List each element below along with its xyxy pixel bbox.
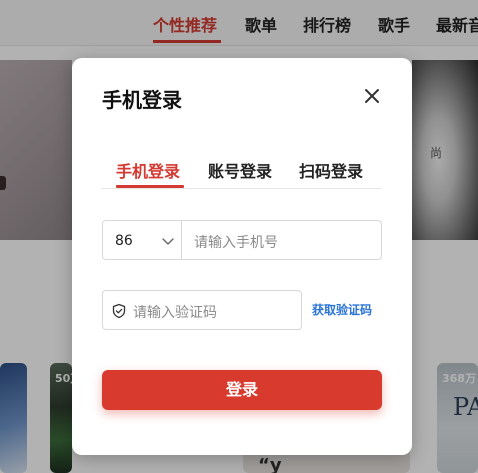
phone-number-input[interactable]: 请输入手机号	[182, 220, 382, 260]
close-icon	[365, 89, 379, 103]
country-code-select[interactable]: 86	[102, 220, 182, 260]
code-placeholder: 请输入验证码	[133, 305, 217, 321]
close-button[interactable]	[362, 86, 382, 106]
verification-code-input[interactable]: 请输入验证码	[102, 290, 302, 330]
dialog-title: 手机登录	[102, 88, 182, 112]
tab-active-indicator	[116, 185, 184, 188]
shield-check-icon	[112, 303, 126, 319]
phone-placeholder: 请输入手机号	[194, 235, 278, 251]
tab-account-login[interactable]: 账号登录	[208, 158, 272, 182]
login-method-tabs: 手机登录 账号登录 扫码登录	[102, 154, 382, 189]
login-dialog: 手机登录 手机登录 账号登录 扫码登录 86 请输入手机号 请输入验证码 获取验…	[72, 58, 412, 455]
chevron-down-icon	[162, 238, 174, 245]
get-verification-code-link[interactable]: 获取验证码	[312, 301, 372, 318]
tab-qr-login[interactable]: 扫码登录	[299, 158, 363, 182]
country-code-value: 86	[115, 233, 133, 249]
tab-phone-login[interactable]: 手机登录	[116, 158, 180, 182]
login-button[interactable]: 登录	[102, 370, 382, 410]
